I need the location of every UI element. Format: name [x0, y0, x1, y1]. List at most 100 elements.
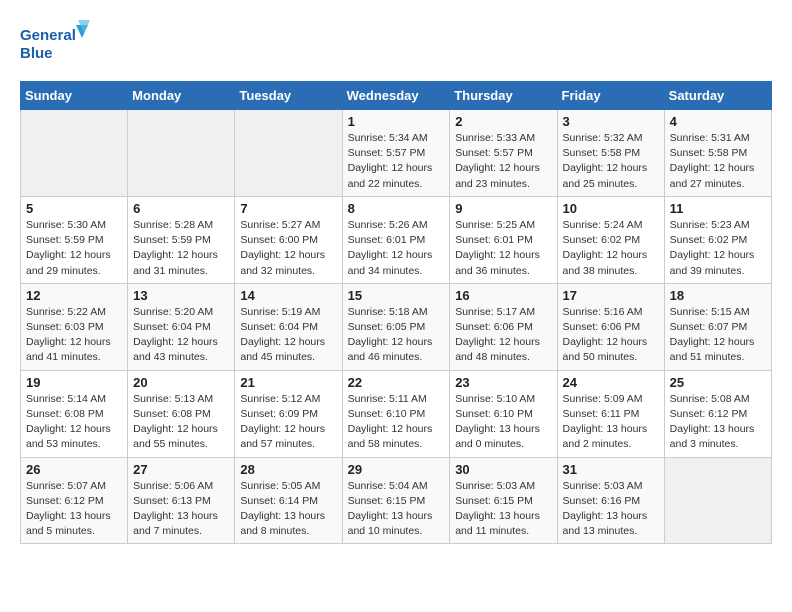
day-info: Sunrise: 5:10 AMSunset: 6:10 PMDaylight:…: [455, 392, 551, 453]
weekday-header-row: SundayMondayTuesdayWednesdayThursdayFrid…: [21, 82, 772, 110]
day-info: Sunrise: 5:33 AMSunset: 5:57 PMDaylight:…: [455, 131, 551, 192]
calendar-cell: 5Sunrise: 5:30 AMSunset: 5:59 PMDaylight…: [21, 196, 128, 283]
day-info: Sunrise: 5:26 AMSunset: 6:01 PMDaylight:…: [348, 218, 445, 279]
calendar-cell: 12 Sunrise: 5:22 AMSunset: 6:03 PMDayligh…: [21, 283, 128, 370]
calendar-cell: 7 Sunrise: 5:27 AMSunset: 6:00 PMDaylight…: [235, 196, 342, 283]
logo: General Blue: [20, 20, 90, 65]
weekday-friday: Friday: [557, 82, 664, 110]
day-number: 7: [240, 201, 336, 216]
day-info: Sunrise: 5:11 AMSunset: 6:10 PMDaylight:…: [348, 392, 445, 453]
day-info: Sunrise: 5:30 AMSunset: 5:59 PMDaylight:…: [26, 218, 122, 279]
day-number: 19: [26, 375, 122, 390]
page-header: General Blue: [20, 20, 772, 65]
weekday-wednesday: Wednesday: [342, 82, 450, 110]
calendar-cell: [235, 110, 342, 197]
day-info: Sunrise: 5:32 AMSunset: 5:58 PMDaylight:…: [563, 131, 659, 192]
calendar-week-3: 12 Sunrise: 5:22 AMSunset: 6:03 PMDayligh…: [21, 283, 772, 370]
day-info: Sunrise: 5:16 AMSunset: 6:06 PMDaylight:…: [563, 305, 659, 366]
day-info: Sunrise: 5:23 AMSunset: 6:02 PMDaylight:…: [670, 218, 766, 279]
day-number: 12: [26, 288, 122, 303]
calendar-week-1: 1Sunrise: 5:34 AMSunset: 5:57 PMDaylight…: [21, 110, 772, 197]
day-number: 3: [563, 114, 659, 129]
calendar-table: SundayMondayTuesdayWednesdayThursdayFrid…: [20, 81, 772, 544]
calendar-cell: 19 Sunrise: 5:14 AMSunset: 6:08 PMDayligh…: [21, 370, 128, 457]
day-number: 11: [670, 201, 766, 216]
day-info: Sunrise: 5:03 AMSunset: 6:16 PMDaylight:…: [563, 479, 659, 540]
day-number: 10: [563, 201, 659, 216]
calendar-cell: 22 Sunrise: 5:11 AMSunset: 6:10 PMDayligh…: [342, 370, 450, 457]
calendar-cell: 10Sunrise: 5:24 AMSunset: 6:02 PMDayligh…: [557, 196, 664, 283]
day-number: 30: [455, 462, 551, 477]
weekday-sunday: Sunday: [21, 82, 128, 110]
day-info: Sunrise: 5:19 AMSunset: 6:04 PMDaylight:…: [240, 305, 336, 366]
logo-svg: General Blue: [20, 20, 90, 65]
weekday-saturday: Saturday: [664, 82, 771, 110]
day-info: Sunrise: 5:25 AMSunset: 6:01 PMDaylight:…: [455, 218, 551, 279]
day-number: 29: [348, 462, 445, 477]
svg-text:Blue: Blue: [20, 45, 53, 62]
calendar-cell: 8Sunrise: 5:26 AMSunset: 6:01 PMDaylight…: [342, 196, 450, 283]
day-number: 6: [133, 201, 229, 216]
day-number: 2: [455, 114, 551, 129]
day-number: 22: [348, 375, 445, 390]
day-number: 16: [455, 288, 551, 303]
day-number: 9: [455, 201, 551, 216]
svg-text:General: General: [20, 27, 76, 44]
calendar-cell: [21, 110, 128, 197]
day-info: Sunrise: 5:18 AMSunset: 6:05 PMDaylight:…: [348, 305, 445, 366]
calendar-cell: 13 Sunrise: 5:20 AMSunset: 6:04 PMDayligh…: [128, 283, 235, 370]
day-number: 13: [133, 288, 229, 303]
day-info: Sunrise: 5:03 AMSunset: 6:15 PMDaylight:…: [455, 479, 551, 540]
day-info: Sunrise: 5:34 AMSunset: 5:57 PMDaylight:…: [348, 131, 445, 192]
calendar-cell: 6 Sunrise: 5:28 AMSunset: 5:59 PMDaylight…: [128, 196, 235, 283]
calendar-cell: 25Sunrise: 5:08 AMSunset: 6:12 PMDayligh…: [664, 370, 771, 457]
day-info: Sunrise: 5:06 AMSunset: 6:13 PMDaylight:…: [133, 479, 229, 540]
calendar-cell: 11 Sunrise: 5:23 AMSunset: 6:02 PMDayligh…: [664, 196, 771, 283]
day-number: 26: [26, 462, 122, 477]
day-number: 23: [455, 375, 551, 390]
day-info: Sunrise: 5:12 AMSunset: 6:09 PMDaylight:…: [240, 392, 336, 453]
day-info: Sunrise: 5:17 AMSunset: 6:06 PMDaylight:…: [455, 305, 551, 366]
calendar-cell: 23 Sunrise: 5:10 AMSunset: 6:10 PMDayligh…: [450, 370, 557, 457]
calendar-cell: 27 Sunrise: 5:06 AMSunset: 6:13 PMDayligh…: [128, 457, 235, 544]
calendar-cell: 28Sunrise: 5:05 AMSunset: 6:14 PMDayligh…: [235, 457, 342, 544]
calendar-week-2: 5Sunrise: 5:30 AMSunset: 5:59 PMDaylight…: [21, 196, 772, 283]
calendar-cell: 3 Sunrise: 5:32 AMSunset: 5:58 PMDaylight…: [557, 110, 664, 197]
day-number: 21: [240, 375, 336, 390]
day-number: 14: [240, 288, 336, 303]
day-info: Sunrise: 5:22 AMSunset: 6:03 PMDaylight:…: [26, 305, 122, 366]
day-info: Sunrise: 5:28 AMSunset: 5:59 PMDaylight:…: [133, 218, 229, 279]
day-number: 17: [563, 288, 659, 303]
calendar-cell: 9 Sunrise: 5:25 AMSunset: 6:01 PMDaylight…: [450, 196, 557, 283]
calendar-cell: 29 Sunrise: 5:04 AMSunset: 6:15 PMDayligh…: [342, 457, 450, 544]
calendar-cell: 21 Sunrise: 5:12 AMSunset: 6:09 PMDayligh…: [235, 370, 342, 457]
day-info: Sunrise: 5:20 AMSunset: 6:04 PMDaylight:…: [133, 305, 229, 366]
calendar-cell: 18Sunrise: 5:15 AMSunset: 6:07 PMDayligh…: [664, 283, 771, 370]
calendar-cell: 31 Sunrise: 5:03 AMSunset: 6:16 PMDayligh…: [557, 457, 664, 544]
day-number: 20: [133, 375, 229, 390]
calendar-week-5: 26 Sunrise: 5:07 AMSunset: 6:12 PMDayligh…: [21, 457, 772, 544]
day-info: Sunrise: 5:07 AMSunset: 6:12 PMDaylight:…: [26, 479, 122, 540]
weekday-monday: Monday: [128, 82, 235, 110]
day-info: Sunrise: 5:09 AMSunset: 6:11 PMDaylight:…: [563, 392, 659, 453]
calendar-cell: 26 Sunrise: 5:07 AMSunset: 6:12 PMDayligh…: [21, 457, 128, 544]
calendar-cell: 2 Sunrise: 5:33 AMSunset: 5:57 PMDaylight…: [450, 110, 557, 197]
day-number: 31: [563, 462, 659, 477]
day-number: 24: [563, 375, 659, 390]
day-info: Sunrise: 5:13 AMSunset: 6:08 PMDaylight:…: [133, 392, 229, 453]
calendar-cell: 16 Sunrise: 5:17 AMSunset: 6:06 PMDayligh…: [450, 283, 557, 370]
day-info: Sunrise: 5:04 AMSunset: 6:15 PMDaylight:…: [348, 479, 445, 540]
day-number: 25: [670, 375, 766, 390]
day-number: 15: [348, 288, 445, 303]
weekday-thursday: Thursday: [450, 82, 557, 110]
day-info: Sunrise: 5:27 AMSunset: 6:00 PMDaylight:…: [240, 218, 336, 279]
calendar-cell: 17 Sunrise: 5:16 AMSunset: 6:06 PMDayligh…: [557, 283, 664, 370]
calendar-cell: 1Sunrise: 5:34 AMSunset: 5:57 PMDaylight…: [342, 110, 450, 197]
day-number: 4: [670, 114, 766, 129]
calendar-cell: [664, 457, 771, 544]
day-number: 27: [133, 462, 229, 477]
day-info: Sunrise: 5:14 AMSunset: 6:08 PMDaylight:…: [26, 392, 122, 453]
calendar-cell: 15 Sunrise: 5:18 AMSunset: 6:05 PMDayligh…: [342, 283, 450, 370]
day-info: Sunrise: 5:31 AMSunset: 5:58 PMDaylight:…: [670, 131, 766, 192]
day-number: 18: [670, 288, 766, 303]
